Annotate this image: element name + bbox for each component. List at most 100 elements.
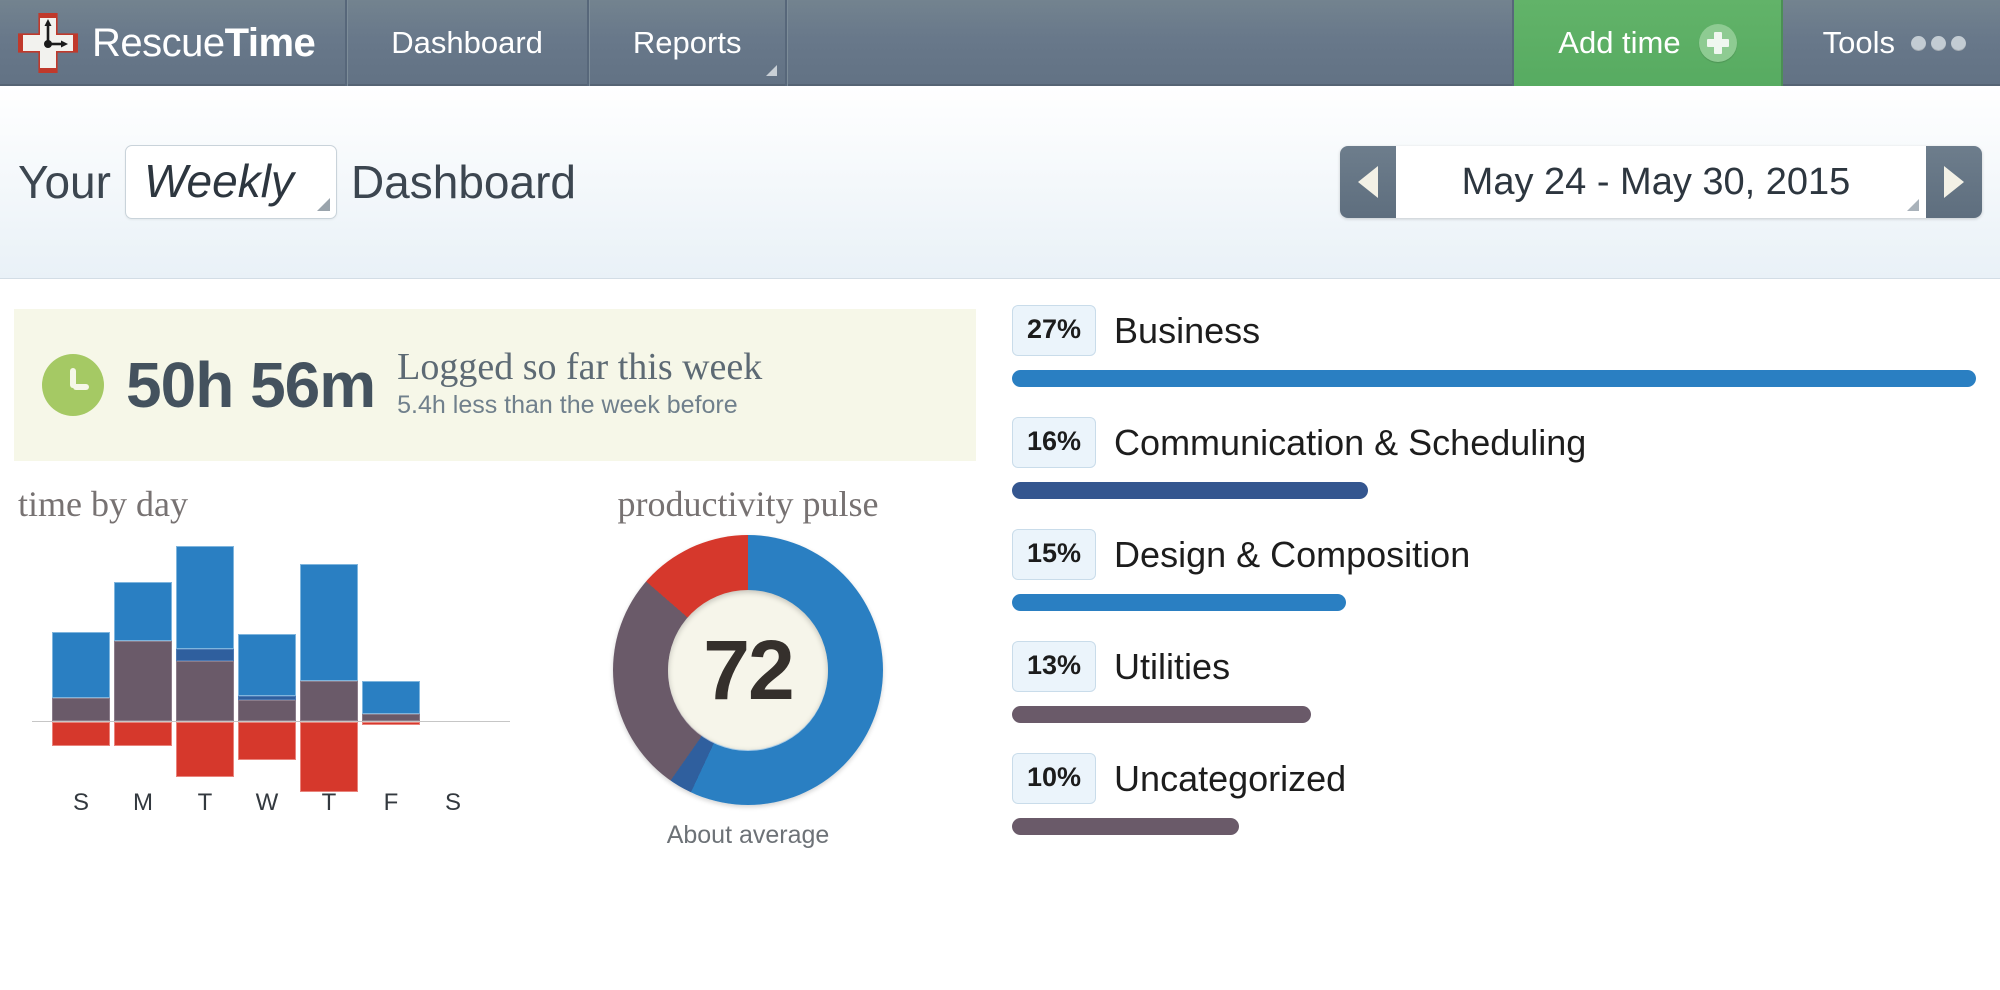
bar-label-saturday: S [444, 789, 461, 816]
rescuetime-logo-icon [18, 13, 78, 73]
logged-time-headline: Logged so far this week [397, 345, 763, 388]
time-by-day-title: time by day [18, 484, 188, 524]
bar-label-wednesday: W [255, 789, 279, 816]
nav-spacer [787, 0, 1515, 86]
category-bar-fill [1012, 482, 1368, 499]
bar-segment-neutral [238, 700, 296, 721]
nav-item-dashboard-label: Dashboard [391, 25, 543, 60]
add-time-label: Add time [1558, 25, 1681, 60]
category-percent-badge: 16% [1012, 417, 1097, 468]
category-bar-fill [1012, 594, 1346, 611]
nav-item-reports[interactable]: Reports [589, 0, 788, 86]
bar-column-sunday[interactable] [52, 531, 110, 831]
time-by-day-plot: S M T W T F S [18, 531, 518, 831]
category-percent-badge: 13% [1012, 641, 1097, 692]
bar-column-monday[interactable] [114, 531, 172, 831]
category-bar-track [1012, 818, 1976, 835]
bar-segment-neutral [362, 714, 420, 721]
charts-row: time by day S M T W T F S productivity p… [14, 483, 990, 850]
bar-label-sunday: S [72, 789, 89, 816]
donut-center: 72 [668, 590, 828, 750]
logged-time-subline: 5.4h less than the week before [397, 391, 738, 420]
bar-segment-productive [114, 582, 172, 641]
add-time-button[interactable]: Add time [1514, 0, 1783, 86]
bar-segment-distracting [114, 722, 172, 746]
top-categories-panel: 27% Business 16% Communication & Schedul… [990, 279, 2000, 865]
brand-text-bold: Time [224, 20, 316, 65]
category-percent-badge: 27% [1012, 305, 1097, 356]
category-percent-badge: 15% [1012, 529, 1097, 580]
productivity-pulse-chart: productivity pulse 72 About average [538, 483, 958, 850]
chevron-down-icon [766, 65, 778, 76]
category-head: 15% Design & Composition [1012, 529, 1976, 580]
period-select[interactable]: Weekly [124, 145, 337, 219]
category-bar-fill [1012, 370, 1976, 387]
logged-time-text: Logged so far this week 5.4h less than t… [397, 345, 763, 424]
bar-column-wednesday[interactable] [238, 531, 296, 831]
three-dots-icon [1911, 35, 1966, 51]
left-column: 50h 56m Logged so far this week 5.4h les… [0, 279, 990, 865]
logged-time-summary-card: 50h 56m Logged so far this week 5.4h les… [14, 309, 976, 461]
bar-segment-neutral [300, 681, 358, 721]
date-range-next-button[interactable] [1926, 146, 1982, 218]
date-range-prev-button[interactable] [1340, 146, 1396, 218]
clock-icon [42, 354, 104, 416]
category-percent-badge: 10% [1012, 753, 1097, 804]
chevron-down-icon [316, 198, 330, 211]
category-row-business[interactable]: 27% Business [1012, 305, 1976, 387]
plus-circle-icon [1698, 24, 1737, 62]
bar-column-tuesday[interactable] [176, 531, 234, 831]
category-head: 16% Communication & Scheduling [1012, 417, 1976, 468]
category-name: Uncategorized [1114, 757, 1347, 799]
nav-item-dashboard[interactable]: Dashboard [347, 0, 589, 86]
category-row-design-composition[interactable]: 15% Design & Composition [1012, 529, 1976, 611]
bar-segment-very-productive [176, 649, 234, 661]
brand-home-link[interactable]: RescueTime [0, 0, 348, 86]
page-title-prefix: Your [18, 156, 111, 208]
brand-wordmark: RescueTime [92, 20, 316, 66]
category-bar-track [1012, 482, 1976, 499]
chevron-left-icon [1358, 166, 1378, 198]
bar-segment-neutral [176, 661, 234, 721]
category-bar-fill [1012, 818, 1239, 835]
productivity-pulse-score: 72 [703, 623, 794, 717]
time-by-day-chart: time by day S M T W T F S [14, 483, 538, 850]
category-row-uncategorized[interactable]: 10% Uncategorized [1012, 753, 1976, 835]
bar-segment-distracting [300, 722, 358, 792]
category-head: 13% Utilities [1012, 641, 1976, 692]
category-head: 27% Business [1012, 305, 1976, 356]
chevron-right-icon [1944, 166, 1964, 198]
category-bar-track [1012, 370, 1976, 387]
productivity-pulse-caption: About average [666, 821, 830, 849]
top-navigation-bar: RescueTime Dashboard Reports Add time To… [0, 0, 2000, 86]
category-row-communication-scheduling[interactable]: 16% Communication & Scheduling [1012, 417, 1976, 499]
tools-menu-button[interactable]: Tools [1783, 0, 2000, 86]
category-bar-track [1012, 594, 1976, 611]
date-range-value: May 24 - May 30, 2015 [1461, 160, 1851, 203]
bar-segment-productive [52, 632, 110, 698]
bar-label-thursday: T [321, 789, 337, 816]
page-title-suffix: Dashboard [350, 156, 576, 208]
bar-segment-distracting [176, 722, 234, 777]
category-name: Design & Composition [1114, 533, 1471, 575]
category-name: Business [1114, 309, 1261, 351]
bar-segment-neutral [114, 641, 172, 721]
category-row-utilities[interactable]: 13% Utilities [1012, 641, 1976, 723]
bar-label-friday: F [383, 789, 399, 816]
period-select-value: Weekly [143, 155, 294, 207]
date-range-picker: May 24 - May 30, 2015 [1340, 146, 1982, 218]
bar-column-saturday[interactable] [424, 531, 482, 831]
bar-column-friday[interactable] [362, 531, 420, 831]
bar-column-thursday[interactable] [300, 531, 358, 831]
bar-label-monday: M [133, 789, 153, 816]
category-bar-fill [1012, 706, 1311, 723]
chevron-down-icon [1907, 199, 1919, 211]
bar-segment-distracting [52, 722, 110, 746]
nav-item-reports-label: Reports [632, 25, 742, 60]
productivity-pulse-donut[interactable]: 72 [613, 535, 883, 805]
date-range-value-button[interactable]: May 24 - May 30, 2015 [1396, 146, 1926, 218]
brand-text-light: Rescue [92, 20, 225, 65]
page-title: Your Weekly Dashboard [18, 145, 576, 219]
category-head: 10% Uncategorized [1012, 753, 1976, 804]
bar-segment-productive [300, 564, 358, 681]
